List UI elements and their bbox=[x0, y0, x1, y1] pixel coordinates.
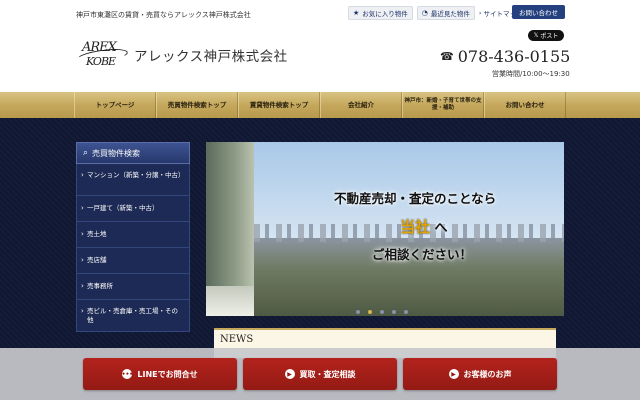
hero-line3: ご相談ください！ bbox=[372, 247, 473, 262]
nav-contact[interactable]: お問い合わせ bbox=[484, 92, 566, 118]
nav-company[interactable]: 会社紹介 bbox=[320, 92, 402, 118]
x-post-label: ポスト bbox=[540, 33, 559, 40]
sidebar-item-other[interactable]: 売ビル・売倉庫・売工場・その他 bbox=[76, 300, 190, 332]
purchase-appraisal-label: 買取・査定相談 bbox=[299, 369, 356, 379]
sidebar-item-mansion[interactable]: マンション（新築・分譲・中古） bbox=[76, 164, 190, 196]
phone-icon: ☎ bbox=[440, 50, 454, 63]
company-name: アレックス神戸株式会社 bbox=[134, 49, 288, 65]
slider-dot[interactable] bbox=[380, 310, 384, 314]
sidebar-heading: ⌕ 売買物件検索 bbox=[76, 142, 190, 164]
nav-top[interactable]: トップページ bbox=[74, 92, 156, 118]
sidebar-title: 売買物件検索 bbox=[92, 148, 141, 158]
sidebar-item-label: 売ビル・売倉庫・売工場・その他 bbox=[87, 307, 178, 324]
chevron-right-icon: › bbox=[478, 9, 482, 17]
sidebar-item-land[interactable]: 売土地 bbox=[76, 222, 190, 248]
star-icon: ★ bbox=[353, 9, 360, 17]
site-tagline: 神戸市東灘区の賃貸・売買ならアレックス神戸株式会社 bbox=[76, 11, 251, 19]
hero-line2-suffix: へ bbox=[430, 221, 448, 236]
logo-text-bottom: KOBE bbox=[86, 55, 116, 68]
sidebar-item-office[interactable]: 売事務所 bbox=[76, 274, 190, 300]
news-title: NEWS bbox=[220, 334, 254, 345]
company-logo[interactable]: AREX KOBE bbox=[75, 38, 129, 72]
search-icon: ⌕ bbox=[83, 148, 89, 158]
sidebar-item-label: 売事務所 bbox=[87, 282, 113, 290]
favorites-button[interactable]: ★ お気に入り物件 bbox=[348, 6, 413, 20]
slider-dot[interactable] bbox=[356, 310, 360, 314]
contact-button[interactable]: お問い合わせ bbox=[512, 5, 565, 19]
history-icon: ◔ bbox=[421, 9, 428, 17]
hero-highlight: 当社 bbox=[400, 218, 431, 236]
site-header: 神戸市東灘区の賃貸・売買ならアレックス神戸株式会社 ★ お気に入り物件 ◔ 最近… bbox=[0, 0, 640, 92]
nav-sale-search[interactable]: 売買物件検索トップ bbox=[156, 92, 238, 118]
favorites-label: お気に入り物件 bbox=[362, 10, 408, 18]
sidebar-item-label: マンション（新築・分譲・中古） bbox=[87, 171, 185, 179]
phone-number[interactable]: ☎ 078-436-0155 bbox=[440, 47, 570, 66]
hero-copy: 不動産売却・査定のことなら 当社 へ ご相談ください！ bbox=[288, 174, 556, 272]
hero-line2: 当社 へ bbox=[400, 216, 448, 237]
hero-building-interior bbox=[206, 142, 254, 316]
sidebar-item-shop[interactable]: 売店舗 bbox=[76, 248, 190, 274]
play-circle-icon: ▶ bbox=[448, 369, 459, 379]
line-contact-button[interactable]: ••• LINEでお問合せ bbox=[83, 358, 237, 390]
global-nav: トップページ 売買物件検索トップ 賃貸物件検索トップ 会社紹介 神戸市：新婚・子… bbox=[0, 92, 640, 118]
slider-dot[interactable] bbox=[392, 310, 396, 314]
business-hours: 営業時間/10:00～19:30 bbox=[492, 70, 570, 78]
utility-links: ★ お気に入り物件 ◔ 最近見た物件 › サイトマップ bbox=[348, 6, 523, 20]
hero-slider[interactable]: 不動産売却・査定のことなら 当社 へ ご相談ください！ bbox=[206, 142, 564, 316]
sale-search-sidebar: ⌕ 売買物件検索 マンション（新築・分譲・中古） 一戸建て（新築・中古） 売土地… bbox=[76, 142, 190, 332]
customer-voice-button[interactable]: ▶ お客様のお声 bbox=[403, 358, 557, 390]
sidebar-item-label: 売土地 bbox=[87, 230, 107, 238]
chat-bubble-icon: ••• bbox=[121, 369, 134, 379]
recent-button[interactable]: ◔ 最近見た物件 bbox=[416, 6, 475, 20]
slider-dot[interactable] bbox=[368, 310, 372, 314]
phone-text: 078-436-0155 bbox=[457, 47, 571, 66]
nav-kobe-support[interactable]: 神戸市：新婚・子育て世帯の支援・補助 bbox=[402, 92, 484, 118]
sidebar-item-label: 一戸建て（新築・中古） bbox=[87, 204, 159, 212]
play-circle-icon: ▶ bbox=[284, 369, 295, 379]
purchase-appraisal-button[interactable]: ▶ 買取・査定相談 bbox=[243, 358, 397, 390]
sidebar-item-house[interactable]: 一戸建て（新築・中古） bbox=[76, 196, 190, 222]
customer-voice-label: お客様のお声 bbox=[463, 369, 512, 379]
x-logo-icon: 𝕏 bbox=[533, 32, 539, 39]
line-contact-label: LINEでお問合せ bbox=[137, 369, 198, 379]
recent-label: 最近見た物件 bbox=[430, 10, 470, 18]
logo-text-top: AREX bbox=[82, 40, 117, 55]
slider-dot[interactable] bbox=[404, 310, 408, 314]
sidebar-item-label: 売店舗 bbox=[87, 256, 107, 264]
hero-line1: 不動産売却・査定のことなら bbox=[334, 191, 497, 206]
x-post-button[interactable]: 𝕏 ポスト bbox=[528, 30, 564, 41]
slider-pagination bbox=[356, 310, 408, 314]
nav-rent-search[interactable]: 賃貸物件検索トップ bbox=[238, 92, 320, 118]
